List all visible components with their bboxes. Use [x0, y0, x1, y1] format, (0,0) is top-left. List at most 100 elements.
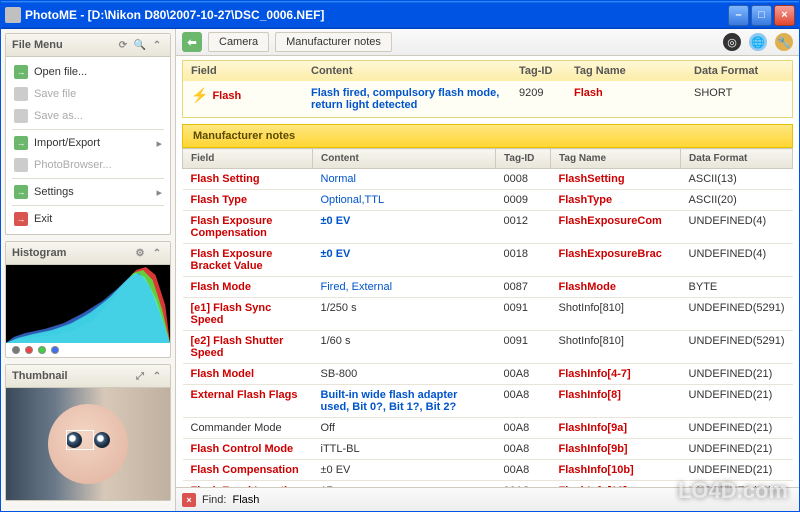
menu-item-settings[interactable]: →Settings▸: [6, 181, 170, 203]
tab-camera[interactable]: Camera: [208, 32, 269, 52]
table-row[interactable]: Flash SettingNormal0008FlashSettingASCII…: [183, 169, 793, 190]
titlebar: PhotoME - [D:\Nikon D80\2007-10-27\DSC_0…: [1, 1, 799, 29]
wrench-icon[interactable]: 🔧: [775, 33, 793, 51]
cell-tagname: FlashInfo[4-7]: [551, 364, 681, 385]
th-field[interactable]: Field: [183, 149, 313, 169]
table-row[interactable]: Flash Control ModeiTTL-BL00A8FlashInfo[9…: [183, 439, 793, 460]
menu-separator: [12, 178, 164, 179]
cell-content: iTTL-BL: [313, 439, 496, 460]
collapse-icon[interactable]: ⌃: [150, 369, 164, 383]
cell-field: Flash Exposure Compensation: [183, 211, 313, 244]
back-button[interactable]: ⬅: [182, 32, 202, 52]
menu-separator: [12, 129, 164, 130]
globe-icon[interactable]: 🌐: [749, 33, 767, 51]
menu-item-label: Settings: [34, 186, 74, 198]
refresh-icon[interactable]: ⟳: [116, 38, 130, 52]
col-tagname-header: Tag Name: [574, 65, 694, 77]
menu-icon: →: [14, 65, 28, 79]
hist-dot-blue[interactable]: [51, 346, 59, 354]
cell-content: Optional,TTL: [313, 190, 496, 211]
table-row[interactable]: Flash Exposure Bracket Value±0 EV0018Fla…: [183, 244, 793, 277]
thumbnail-image[interactable]: [6, 388, 170, 500]
cell-content: 1/250 s: [313, 298, 496, 331]
cell-field: Flash Mode: [183, 277, 313, 298]
cell-tagid: 0008: [496, 169, 551, 190]
table-row[interactable]: Commander ModeOff00A8FlashInfo[9a]UNDEFI…: [183, 418, 793, 439]
cell-content: ±0 EV: [313, 211, 496, 244]
toolbar: ⬅ Camera Manufacturer notes ◎ 🌐 🔧: [176, 29, 799, 56]
menu-icon: →: [14, 136, 28, 150]
minimize-button[interactable]: –: [728, 5, 749, 26]
cell-tagid: 00A8: [496, 460, 551, 481]
search-icon[interactable]: 🔍: [133, 38, 147, 52]
hist-dot-green[interactable]: [38, 346, 46, 354]
table-row[interactable]: Flash Compensation±0 EV00A8FlashInfo[10b…: [183, 460, 793, 481]
cell-format: BYTE: [681, 277, 793, 298]
cell-field: Flash Exposure Bracket Value: [183, 244, 313, 277]
thumbnail-panel: Thumbnail ⤢ ⌃: [5, 364, 171, 501]
expand-icon[interactable]: ⤢: [133, 369, 147, 383]
menu-item-import-export[interactable]: → Import/Export ▸: [6, 132, 170, 154]
submenu-arrow-icon: ▸: [156, 137, 162, 150]
cell-field: Flash Type: [183, 190, 313, 211]
metadata-table: Field Content Tag-ID Tag Name Data Forma…: [182, 148, 793, 487]
th-format[interactable]: Data Format: [681, 149, 793, 169]
find-input[interactable]: [232, 494, 793, 506]
cell-content: Off: [313, 418, 496, 439]
target-icon[interactable]: ◎: [723, 33, 741, 51]
th-tagid[interactable]: Tag-ID: [496, 149, 551, 169]
histogram-header: Histogram ⚙ ⌃: [6, 242, 170, 265]
file-menu-panel: File Menu ⟳ 🔍 ⌃ → Open file... Save file Sa…: [5, 33, 171, 235]
menu-item-save-file: Save file: [6, 83, 170, 105]
table-row[interactable]: Flash ModelSB-80000A8FlashInfo[4-7]UNDEF…: [183, 364, 793, 385]
cell-format: UNDEFINED(4): [681, 244, 793, 277]
find-close-button[interactable]: ×: [182, 493, 196, 507]
table-row[interactable]: [e1] Flash Sync Speed1/250 s0091ShotInfo…: [183, 298, 793, 331]
cell-content: ±0 EV: [313, 460, 496, 481]
th-content[interactable]: Content: [313, 149, 496, 169]
th-tagname[interactable]: Tag Name: [551, 149, 681, 169]
cell-tagname: FlashType: [551, 190, 681, 211]
sidebar: File Menu ⟳ 🔍 ⌃ → Open file... Save file Sa…: [1, 29, 176, 511]
table-row[interactable]: Flash TypeOptional,TTL0009FlashTypeASCII…: [183, 190, 793, 211]
cell-format: ASCII(13): [681, 169, 793, 190]
cell-field: [e2] Flash Shutter Speed: [183, 331, 313, 364]
menu-item-label: Save as...: [34, 110, 83, 122]
cell-tagname: FlashInfo[8]: [551, 385, 681, 418]
tab-manufacturer-notes[interactable]: Manufacturer notes: [275, 32, 392, 52]
app-window: PhotoME - [D:\Nikon D80\2007-10-27\DSC_0…: [0, 0, 800, 512]
hist-dot-red[interactable]: [25, 346, 33, 354]
close-button[interactable]: ×: [774, 5, 795, 26]
cell-field: Commander Mode: [183, 418, 313, 439]
table-row[interactable]: [e2] Flash Shutter Speed1/60 s0091ShotIn…: [183, 331, 793, 364]
collapse-icon[interactable]: ⌃: [150, 246, 164, 260]
table-row[interactable]: Flash Exposure Compensation±0 EV0012Flas…: [183, 211, 793, 244]
flash-summary-row[interactable]: ⚡Flash Flash fired, compulsory flash mod…: [183, 81, 792, 117]
cell-format: UNDEFINED(4): [681, 211, 793, 244]
maximize-button[interactable]: □: [751, 5, 772, 26]
flash-tagid: 9209: [519, 87, 574, 99]
cell-content: 1/60 s: [313, 331, 496, 364]
file-menu-header: File Menu ⟳ 🔍 ⌃: [6, 34, 170, 57]
menu-item-open-file[interactable]: → Open file...: [6, 61, 170, 83]
cell-format: UNDEFINED(5291): [681, 331, 793, 364]
table-row[interactable]: External Flash FlagsBuilt-in wide flash …: [183, 385, 793, 418]
menu-item-label: Import/Export: [34, 137, 100, 149]
cell-content: Fired, External: [313, 277, 496, 298]
cell-content: Built-in wide flash adapter used, Bit 0?…: [313, 385, 496, 418]
collapse-icon[interactable]: ⌃: [150, 38, 164, 52]
menu-item-exit[interactable]: →Exit: [6, 208, 170, 230]
cell-field: Flash Setting: [183, 169, 313, 190]
cell-tagname: ShotInfo[810]: [551, 298, 681, 331]
histogram-title: Histogram: [12, 247, 130, 259]
histogram-panel: Histogram ⚙ ⌃: [5, 241, 171, 358]
table-header-row: Field Content Tag-ID Tag Name Data Forma…: [183, 149, 793, 169]
hist-dot-gray[interactable]: [12, 346, 20, 354]
cell-tagname: FlashInfo[9a]: [551, 418, 681, 439]
menu-item-label: Open file...: [34, 66, 87, 78]
table-row[interactable]: Flash ModeFired, External0087FlashModeBY…: [183, 277, 793, 298]
cell-format: UNDEFINED(5291): [681, 298, 793, 331]
cell-tagname: FlashExposureCom: [551, 211, 681, 244]
menu-item-label: PhotoBrowser...: [34, 159, 112, 171]
gear-icon[interactable]: ⚙: [133, 246, 147, 260]
